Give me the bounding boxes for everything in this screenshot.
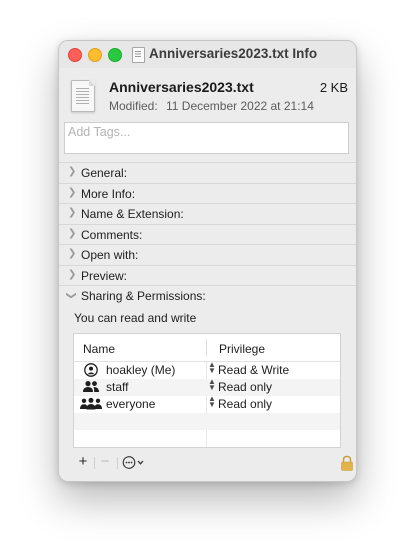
toolbar-divider — [117, 457, 118, 469]
section-label: Name & Extension: — [81, 207, 184, 221]
user-name: hoakley (Me) — [106, 363, 176, 377]
permission-summary: You can read and write — [74, 311, 197, 325]
section-general[interactable]: ❯ General: — [59, 162, 356, 183]
window-title: Anniversaries2023.txt Info — [149, 46, 318, 61]
section-label: Open with: — [81, 248, 139, 262]
disclosure-chevron-icon[interactable]: ❯ — [68, 187, 76, 198]
section-more-info[interactable]: ❯ More Info: — [59, 182, 356, 204]
permissions-table: Name Privilege hoakley (Me) ▲ ▼ Read & Wr… — [73, 333, 341, 448]
close-button[interactable] — [68, 48, 82, 62]
minimize-button[interactable] — [88, 48, 102, 62]
section-sharing-permissions[interactable]: ❯ Sharing & Permissions: — [59, 285, 356, 306]
document-proxy-icon[interactable] — [132, 47, 145, 63]
modified-label: Modified: — [109, 99, 158, 113]
table-header: Name Privilege — [74, 334, 340, 362]
file-size: 2 KB — [319, 80, 348, 95]
disclosure-chevron-icon[interactable]: ❯ — [68, 248, 76, 259]
group-name: staff — [106, 380, 129, 394]
section-comments[interactable]: ❯ Comments: — [59, 223, 356, 245]
disclosure-chevron-icon[interactable]: ❯ — [66, 291, 77, 299]
privilege-popup[interactable]: Read only — [218, 397, 272, 411]
section-label: More Info: — [81, 186, 136, 201]
table-row[interactable]: hoakley (Me) ▲ ▼ Read & Write — [74, 361, 340, 379]
disclosure-chevron-icon[interactable]: ❯ — [68, 207, 76, 218]
tags-field[interactable]: Add Tags... — [64, 122, 349, 154]
section-open-with[interactable]: ❯ Open with: — [59, 244, 356, 265]
disclosure-chevron-icon[interactable]: ❯ — [68, 269, 76, 280]
column-divider — [206, 339, 207, 356]
disclosure-chevron-icon[interactable]: ❯ — [68, 228, 76, 239]
privilege-popup-arrows-icon[interactable]: ▲ ▼ — [208, 361, 216, 375]
section-label: Comments: — [81, 227, 143, 242]
group-icon — [83, 381, 99, 392]
section-label: Sharing & Permissions: — [81, 289, 206, 303]
column-header-privilege[interactable]: Privilege — [219, 342, 265, 356]
info-sections: ❯ General: ❯ More Info: ❯ Name & Extensi… — [59, 162, 356, 306]
privilege-popup-arrows-icon[interactable]: ▲ ▼ — [208, 395, 216, 409]
section-name-extension[interactable]: ❯ Name & Extension: — [59, 203, 356, 224]
disclosure-chevron-icon[interactable]: ❯ — [68, 166, 76, 177]
empty-row — [74, 413, 340, 430]
table-row[interactable]: staff ▲ ▼ Read only — [74, 378, 340, 396]
privilege-popup[interactable]: Read & Write — [218, 363, 289, 377]
section-label: General: — [81, 166, 128, 180]
section-label: Preview: — [81, 268, 128, 283]
everyone-icon — [80, 397, 102, 410]
text-document-icon — [71, 80, 95, 112]
ellipsis-circle-icon — [122, 456, 144, 469]
section-preview[interactable]: ❯ Preview: — [59, 264, 356, 286]
zoom-button[interactable] — [108, 48, 122, 62]
modified-date: 11 December 2022 at 21:14 — [166, 99, 314, 113]
empty-row — [74, 447, 340, 448]
action-menu-button[interactable] — [121, 454, 151, 471]
single-user-icon — [84, 363, 98, 377]
lock-icon[interactable] — [340, 455, 354, 471]
file-name: Anniversaries2023.txt — [109, 79, 254, 95]
file-header: Anniversaries2023.txt 2 KB Modified: 11 … — [59, 68, 356, 120]
table-row[interactable]: everyone ▲ ▼ Read only — [74, 395, 340, 413]
privilege-popup-arrows-icon[interactable]: ▲ ▼ — [208, 378, 216, 392]
privilege-popup[interactable]: Read only — [218, 380, 272, 394]
group-name: everyone — [106, 397, 156, 411]
column-header-name[interactable]: Name — [83, 342, 115, 356]
tags-placeholder: Add Tags... — [68, 125, 131, 139]
title-bar[interactable]: Anniversaries2023.txt Info — [59, 41, 356, 68]
info-window: Anniversaries2023.txt Info Anniversaries… — [58, 40, 357, 482]
add-user-button[interactable]: + — [73, 454, 93, 471]
remove-user-button[interactable]: − — [95, 454, 115, 471]
